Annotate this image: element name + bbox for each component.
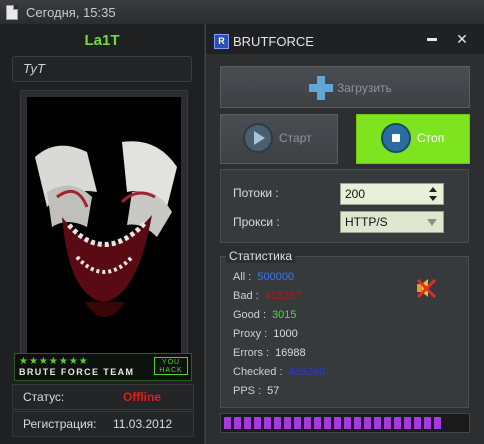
start-button-label: Старт [279,131,312,145]
proxy-value: HTTP/S [345,215,388,229]
team-banner: ★★★★★★★ BRUTE FORCE TEAM YOU HACK [14,353,192,381]
progress-block [234,417,241,429]
plus-icon [309,76,333,100]
progress-block [434,417,441,429]
progress-block [384,417,391,429]
stop-button[interactable]: Стоп [356,114,470,164]
stat-label: Errors : [233,347,270,359]
progress-bar [220,413,470,433]
load-button[interactable]: Загрузить [220,66,470,108]
user-panel: La1T ТуТ ★★★★★★★ BRUTE FORCE TEAM YOU HA… [0,24,205,444]
threads-value: 200 [345,187,366,201]
start-button[interactable]: Старт [220,114,338,164]
badge-line-2: HACK [159,367,183,374]
progress-block [224,417,231,429]
avatar[interactable] [27,97,181,367]
progress-block [334,417,341,429]
chevron-down-icon [427,219,437,226]
stat-label: Proxy : [233,328,268,340]
progress-block [424,417,431,429]
bruteforce-window: R BRUTFORCE ▬ ✕ Загрузить Старт Стоп Пот… [205,24,484,444]
stat-value: 435260 [288,366,326,378]
registration-date: 11.03.2012 [113,417,173,431]
threads-stepper[interactable]: 200 [340,183,444,205]
stat-value: 57 [267,385,280,397]
threads-label: Потоки : [233,186,279,200]
username-link[interactable]: La1T [0,32,204,49]
progress-block [294,417,301,429]
progress-block [254,417,261,429]
stat-label: Checked : [233,366,283,378]
app-icon: R [214,34,229,49]
stat-row: Good : 3015 [233,309,297,321]
progress-block [324,417,331,429]
stat-label: All : [233,271,252,283]
progress-block [364,417,371,429]
progress-block [354,417,361,429]
post-header: Сегодня, 15:35 [0,0,484,25]
stat-row: Bad : 415257 [233,290,301,302]
avatar-frame [20,90,188,374]
proxy-label: Прокси : [233,215,280,229]
progress-block [314,417,321,429]
stat-value: 1000 [273,328,298,340]
load-button-label: Загрузить [337,81,392,95]
progress-block [284,417,291,429]
progress-block [374,417,381,429]
avatar-image [27,97,181,367]
spin-down-icon[interactable] [429,196,437,201]
stat-value: 16988 [275,347,306,359]
stat-label: PPS : [233,385,262,397]
statistics-title: Статистика [226,249,296,263]
progress-block [264,417,271,429]
progress-block [344,417,351,429]
progress-block [414,417,421,429]
spin-up-icon[interactable] [429,187,437,192]
progress-block [244,417,251,429]
stat-row: Proxy : 1000 [233,328,298,340]
user-title: ТуТ [12,56,192,82]
progress-block [404,417,411,429]
minimize-button[interactable]: ▬ [420,30,444,48]
progress-block [304,417,311,429]
stat-row: PPS : 57 [233,385,279,397]
status-badge: Offline [123,390,161,404]
mute-icon[interactable] [415,277,437,299]
stat-value: 500000 [257,271,295,283]
stop-button-label: Стоп [417,131,445,145]
post-date: Сегодня, 15:35 [26,5,116,20]
status-label: Статус: [23,390,65,404]
play-icon [254,131,265,145]
stat-value: 415257 [264,290,302,302]
close-button[interactable]: ✕ [450,30,474,48]
badge-line-1: YOU [161,359,181,366]
registration-label: Регистрация: [23,417,97,431]
stat-row: Errors : 16988 [233,347,306,359]
progress-block [274,417,281,429]
team-name: BRUTE FORCE TEAM [19,367,135,377]
stat-row: All : 500000 [233,271,294,283]
stop-icon [392,134,400,142]
status-row: Статус: Offline [12,384,194,410]
title-bar[interactable]: R BRUTFORCE ▬ ✕ [206,24,484,54]
stat-label: Bad : [233,290,259,302]
statistics-panel: All : 500000 Bad : 415257 Good : 3015 Proxy : 1… [220,256,469,408]
progress-block [394,417,401,429]
document-icon [6,5,18,20]
registration-row: Регистрация: 11.03.2012 [12,411,194,437]
settings-panel: Потоки : 200 Прокси : HTTP/S [220,169,469,243]
stat-row: Checked : 435260 [233,366,325,378]
hack-badge: YOU HACK [154,357,188,375]
proxy-select[interactable]: HTTP/S [340,211,444,233]
stat-value: 3015 [272,309,297,321]
star-rating: ★★★★★★★ [19,356,89,367]
window-title: BRUTFORCE [233,34,314,49]
stat-label: Good : [233,309,267,321]
